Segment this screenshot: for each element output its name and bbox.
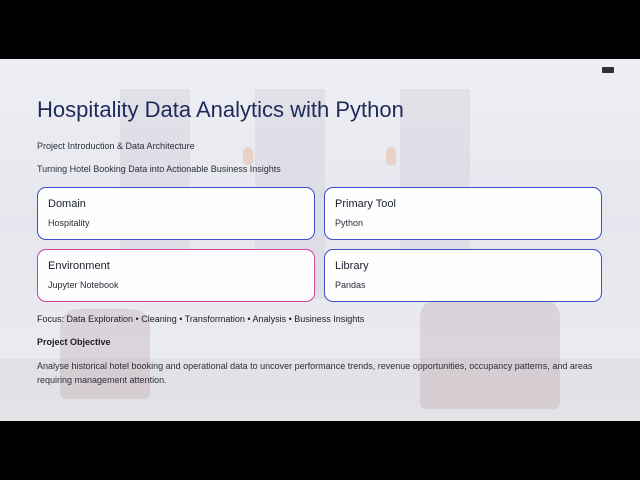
objective-heading: Project Objective bbox=[37, 337, 111, 347]
focus-line: Focus: Data Exploration • Cleaning • Tra… bbox=[37, 314, 365, 324]
card-primary-tool: Primary Tool Python bbox=[324, 187, 602, 240]
card-title: Environment bbox=[48, 260, 110, 272]
presentation-slide: Hospitality Data Analytics with Python P… bbox=[0, 59, 640, 421]
logo-badge bbox=[602, 67, 614, 73]
card-value: Jupyter Notebook bbox=[48, 280, 119, 290]
card-title: Library bbox=[335, 260, 369, 272]
card-value: Pandas bbox=[335, 280, 366, 290]
card-title: Primary Tool bbox=[335, 198, 396, 210]
video-frame: Hospitality Data Analytics with Python P… bbox=[0, 0, 640, 480]
objective-text: Analyse historical hotel booking and ope… bbox=[37, 361, 593, 385]
card-environment: Environment Jupyter Notebook bbox=[37, 249, 315, 302]
card-value: Hospitality bbox=[48, 218, 90, 228]
slide-tagline: Turning Hotel Booking Data into Actionab… bbox=[37, 164, 281, 174]
background-armchair bbox=[420, 299, 560, 409]
card-library: Library Pandas bbox=[324, 249, 602, 302]
background-lamp bbox=[386, 147, 396, 165]
card-value: Python bbox=[335, 218, 364, 228]
card-title: Domain bbox=[48, 198, 86, 210]
card-domain: Domain Hospitality bbox=[37, 187, 315, 240]
slide-subtitle: Project Introduction & Data Architecture bbox=[37, 141, 195, 151]
slide-title: Hospitality Data Analytics with Python bbox=[37, 97, 404, 122]
background-lamp bbox=[243, 147, 253, 165]
